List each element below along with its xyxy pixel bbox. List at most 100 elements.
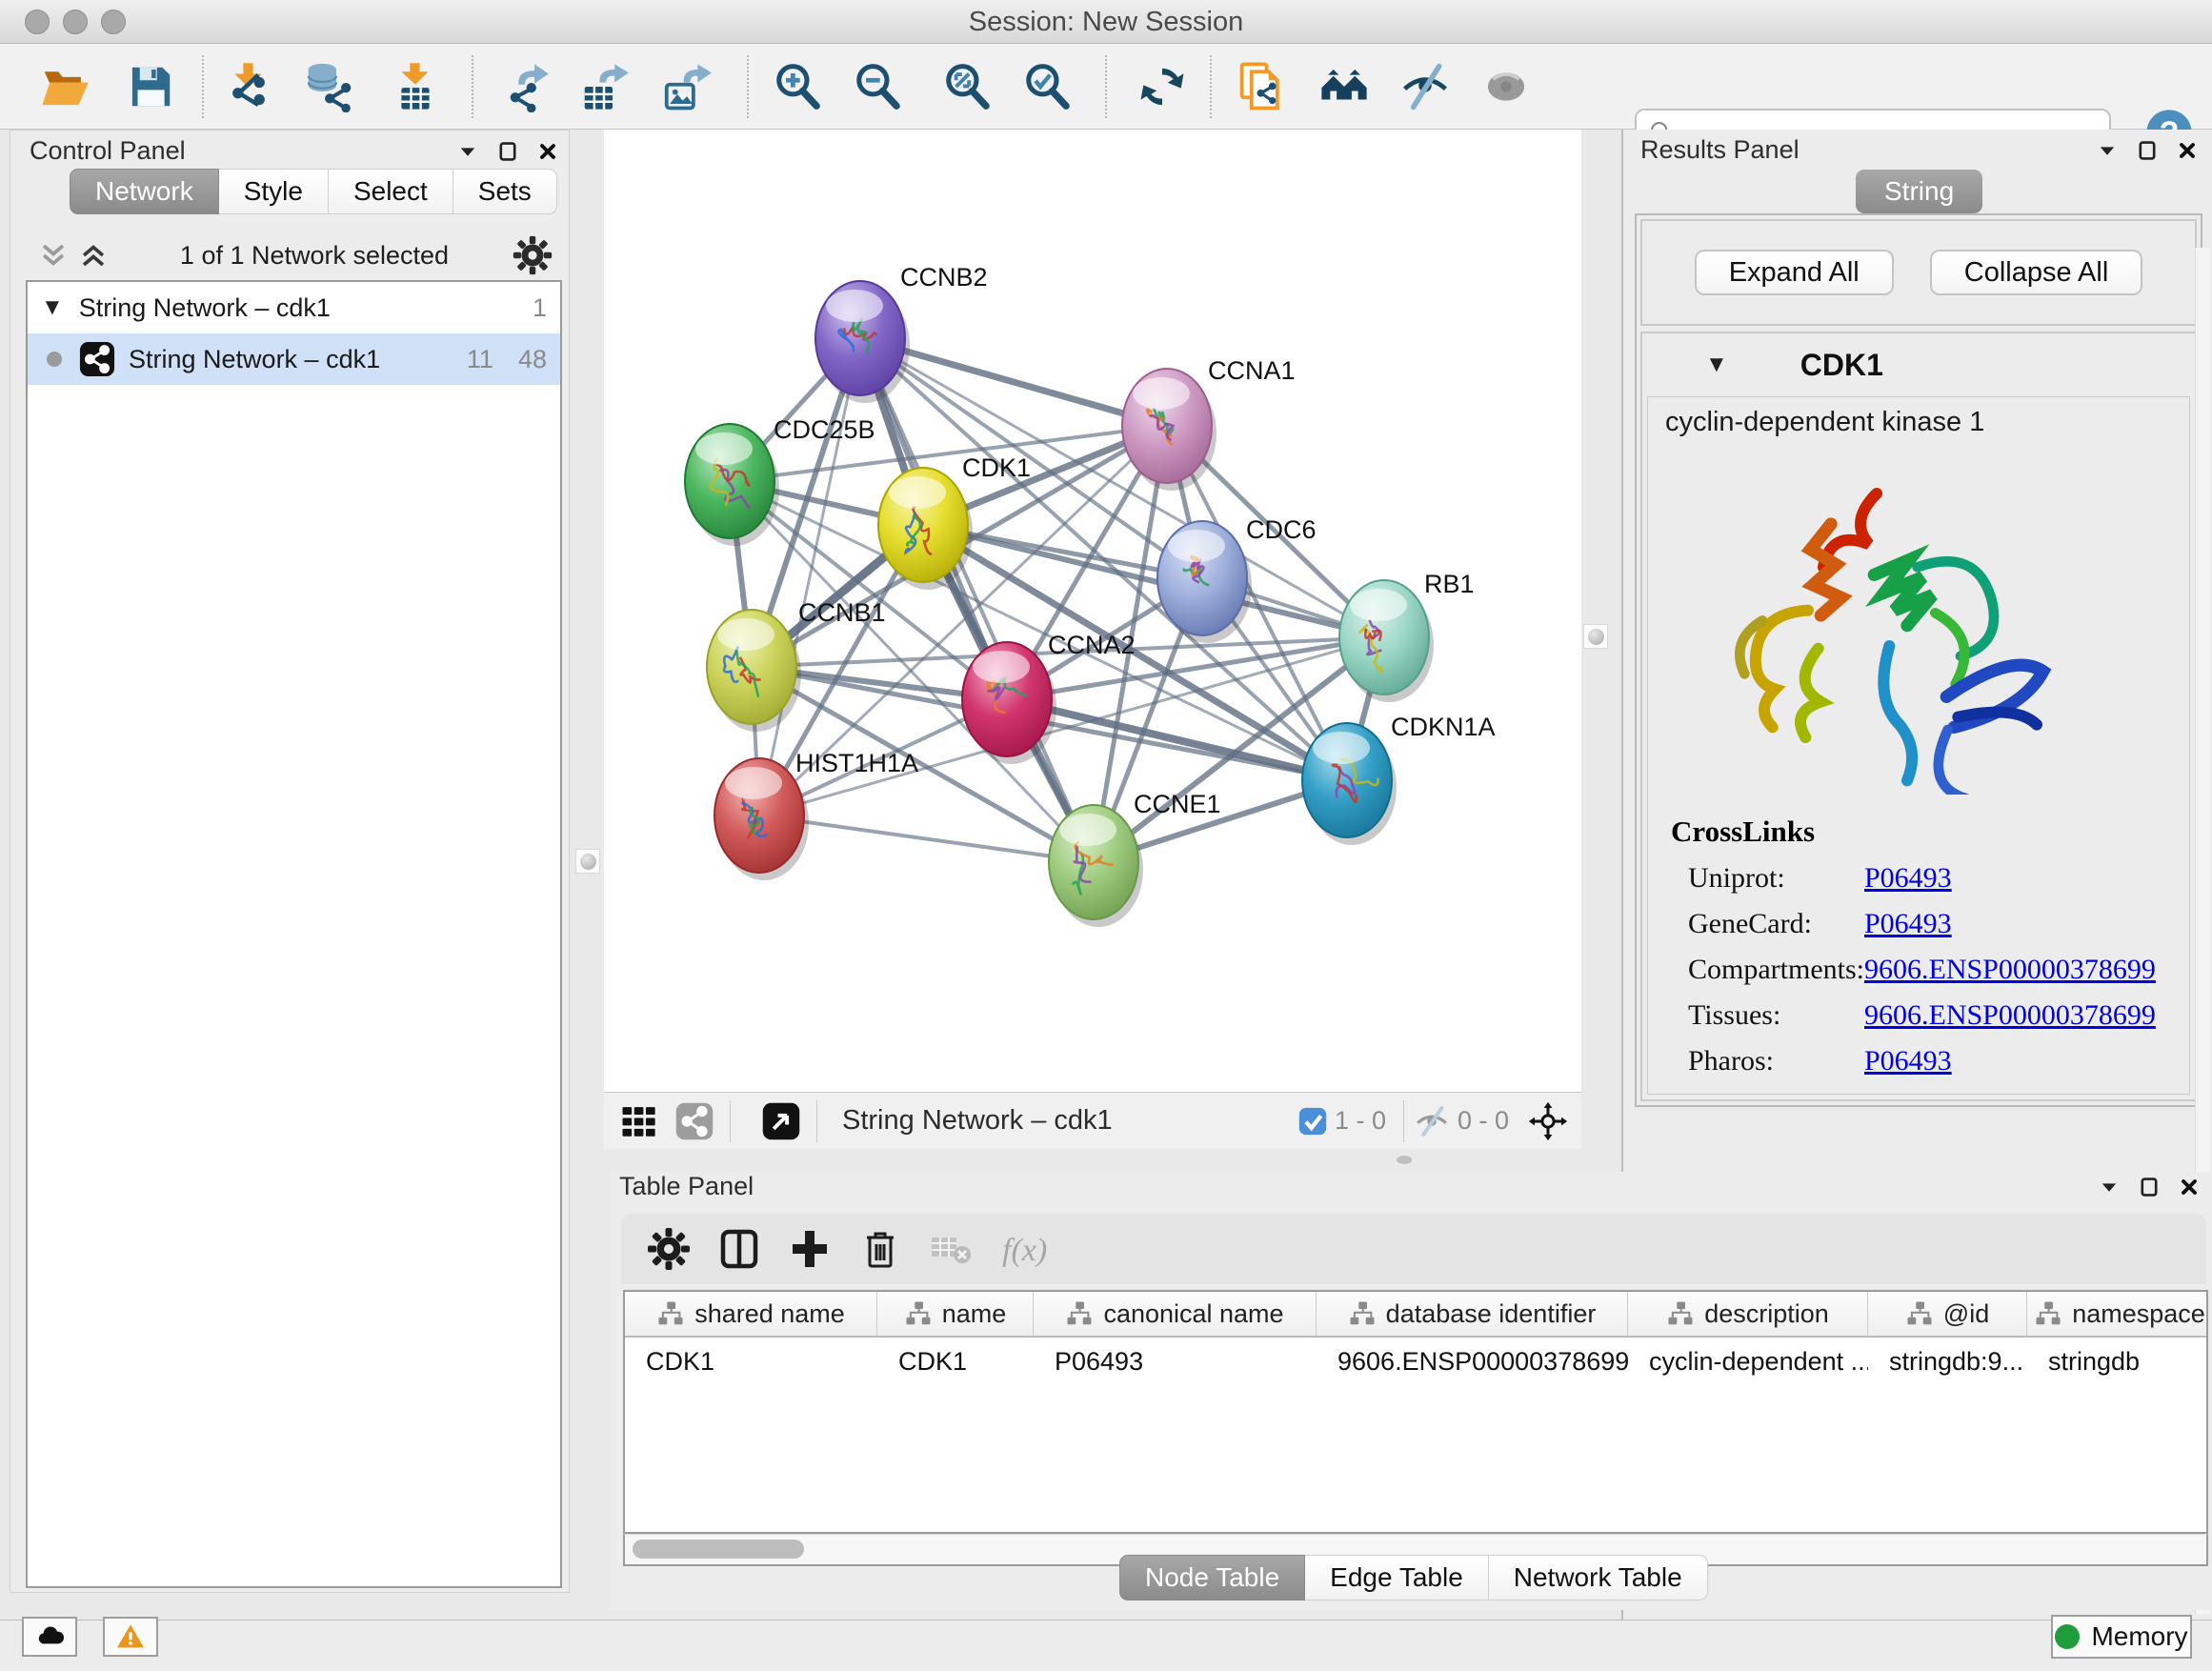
collapse-all-button[interactable]: Collapse All: [1930, 250, 2143, 295]
network-node-ccnb1[interactable]: CCNB1: [707, 598, 886, 732]
export-network-icon[interactable]: [499, 61, 551, 112]
network-node-ccna2[interactable]: CCNA2: [962, 631, 1136, 764]
crosslink-link[interactable]: P06493: [1864, 862, 1952, 895]
open-session-icon[interactable]: [39, 61, 90, 112]
delete-column-icon[interactable]: [857, 1226, 903, 1272]
string-view-icon[interactable]: [674, 1101, 714, 1141]
network-canvas[interactable]: CCNB2 CCNA1 CDC25BCDK1 CDC6RB1 CCNB1 CCNA2 CDK…: [604, 130, 1581, 1092]
birds-eye-view-icon[interactable]: [619, 1101, 659, 1141]
title-bar: Session: New Session: [0, 0, 2212, 44]
table-row[interactable]: CDK1CDK1P064939606.ENSP00000378699cyclin…: [625, 1338, 2206, 1385]
zoom-selected-icon[interactable]: [1022, 61, 1074, 112]
left-splitter-handle[interactable]: [575, 849, 600, 874]
overview-icon[interactable]: [1318, 61, 1370, 112]
close-panel-icon[interactable]: [2178, 1176, 2201, 1198]
network-node-hist1h1a[interactable]: HIST1H1A: [714, 749, 918, 880]
float-panel-icon[interactable]: [2136, 139, 2159, 162]
import-database-icon[interactable]: [302, 61, 353, 112]
table-cell[interactable]: CDK1: [625, 1347, 877, 1377]
table-cell[interactable]: CDK1: [877, 1347, 1034, 1377]
network-node-ccne1[interactable]: CCNE1: [1049, 790, 1221, 927]
show-details-icon[interactable]: [1480, 61, 1532, 112]
network-node-cdk1[interactable]: CDK1: [878, 453, 1031, 590]
panel-menu-icon[interactable]: [456, 140, 479, 163]
zoom-in-icon[interactable]: [773, 61, 824, 112]
selected-nodes-checkbox[interactable]: [1297, 1105, 1329, 1137]
column-header-description[interactable]: description: [1628, 1292, 1868, 1336]
table-options-gear-icon[interactable]: [646, 1226, 692, 1272]
network-edge[interactable]: [759, 815, 1094, 862]
entry-expander-icon[interactable]: ▼: [1705, 352, 1728, 378]
network-node-rb1[interactable]: RB1: [1339, 570, 1475, 702]
network-node-ccna1[interactable]: CCNA1: [1122, 356, 1296, 491]
column-header-@id[interactable]: @id: [1868, 1292, 2027, 1336]
table-cell[interactable]: cyclin-dependent ...: [1628, 1347, 1868, 1377]
fit-content-crosshair-icon[interactable]: [1528, 1101, 1568, 1141]
scrollbar-thumb[interactable]: [633, 1540, 804, 1559]
tab-string[interactable]: String: [1856, 170, 1982, 213]
table-cell[interactable]: stringdb: [2027, 1347, 2208, 1377]
cloud-status-button[interactable]: [22, 1617, 77, 1657]
close-panel-icon[interactable]: [536, 140, 559, 163]
table-cell[interactable]: stringdb:9...: [1868, 1347, 2027, 1377]
refresh-icon[interactable]: [1136, 61, 1188, 112]
close-window-button[interactable]: [25, 10, 50, 34]
float-panel-icon[interactable]: [2138, 1176, 2161, 1198]
toolbar-separator: [1210, 55, 1212, 118]
save-session-icon[interactable]: [125, 61, 176, 112]
zoom-out-icon[interactable]: [853, 61, 904, 112]
tab-style[interactable]: Style: [219, 169, 329, 214]
network-node-cdc6[interactable]: CDC6: [1157, 515, 1317, 643]
tab-select[interactable]: Select: [329, 169, 453, 214]
expand-all-button[interactable]: Expand All: [1695, 250, 1894, 295]
network-graph[interactable]: CCNB2 CCNA1 CDC25BCDK1 CDC6RB1 CCNB1 CCNA2 CDK…: [604, 130, 1581, 1092]
network-node-cdc25b[interactable]: CDC25B: [685, 415, 875, 546]
hide-items-icon[interactable]: [1399, 61, 1451, 112]
open-in-window-icon[interactable]: [761, 1101, 801, 1141]
tab-sets[interactable]: Sets: [453, 169, 557, 214]
table-cell[interactable]: 9606.ENSP00000378699: [1317, 1347, 1628, 1377]
panel-menu-icon[interactable]: [2096, 139, 2119, 162]
right-splitter-handle[interactable]: [1583, 624, 1608, 649]
crosslink-link[interactable]: P06493: [1864, 908, 1952, 940]
collapse-all-networks-icon[interactable]: [37, 239, 70, 272]
panel-menu-icon[interactable]: [2098, 1176, 2121, 1198]
import-network-icon[interactable]: [223, 61, 274, 112]
tab-node-table[interactable]: Node Table: [1119, 1555, 1305, 1601]
network-edge[interactable]: [759, 338, 860, 815]
collection-expander-icon[interactable]: ▼: [41, 294, 64, 321]
close-panel-icon[interactable]: [2176, 139, 2199, 162]
crosslink-link[interactable]: 9606.ENSP00000378699: [1864, 999, 2156, 1032]
column-header-name[interactable]: name: [877, 1292, 1034, 1336]
horizontal-splitter-handle[interactable]: [1397, 1156, 1412, 1164]
column-header-canonical-name[interactable]: canonical name: [1034, 1292, 1317, 1336]
float-panel-icon[interactable]: [496, 140, 519, 163]
network-collection-row[interactable]: ▼ String Network – cdk1 1: [28, 282, 560, 333]
share-document-icon[interactable]: [1237, 61, 1288, 112]
column-header-shared-name[interactable]: shared name: [625, 1292, 877, 1336]
table-cell[interactable]: P06493: [1034, 1347, 1317, 1377]
node-table[interactable]: shared namenamecanonical namedatabase id…: [623, 1290, 2208, 1534]
network-row[interactable]: String Network – cdk1 11 48: [28, 333, 560, 385]
crosslink-link[interactable]: 9606.ENSP00000378699: [1864, 954, 2156, 986]
zoom-window-button[interactable]: [101, 10, 126, 34]
tab-network[interactable]: Network: [70, 169, 219, 214]
network-node-ccnb2[interactable]: CCNB2: [815, 263, 988, 403]
tab-network-table[interactable]: Network Table: [1489, 1555, 1708, 1601]
warning-status-button[interactable]: [103, 1617, 158, 1657]
add-column-icon[interactable]: [787, 1226, 833, 1272]
column-header-database-identifier[interactable]: database identifier: [1317, 1292, 1628, 1336]
tab-edge-table[interactable]: Edge Table: [1305, 1555, 1489, 1601]
crosslink-link[interactable]: P06493: [1864, 1045, 1952, 1077]
show-columns-icon[interactable]: [716, 1226, 762, 1272]
memory-button[interactable]: Memory: [2051, 1615, 2192, 1659]
import-table-icon[interactable]: [390, 61, 441, 112]
minimize-window-button[interactable]: [63, 10, 88, 34]
export-image-icon[interactable]: [660, 61, 712, 112]
network-node-cdkn1a[interactable]: CDKN1A: [1302, 713, 1496, 845]
column-header-namespace[interactable]: namespace: [2027, 1292, 2208, 1336]
network-options-gear-icon[interactable]: [512, 234, 553, 276]
zoom-fit-icon[interactable]: [942, 61, 994, 112]
expand-all-networks-icon[interactable]: [77, 239, 110, 272]
export-table-icon[interactable]: [578, 61, 630, 112]
